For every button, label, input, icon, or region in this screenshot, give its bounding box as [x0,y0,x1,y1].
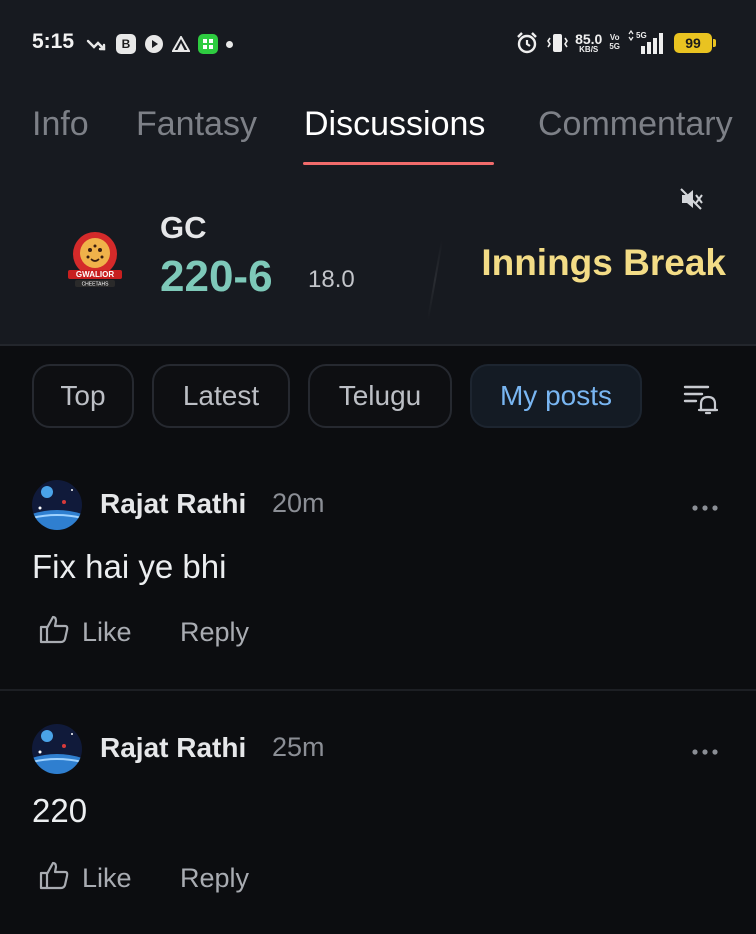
thumbs-up-icon [38,860,70,897]
like-label: Like [82,616,132,647]
network-type: 5G [636,31,647,40]
section-divider [0,344,756,346]
team-overs: 18.0 [308,266,355,293]
team-logo: GWALIOR CHEETAHS [64,226,126,290]
thumbs-up-icon [38,614,70,651]
missed-call-icon [86,35,108,53]
status-bar: 5:15 B 85.0 KB/S Vo 5G 5G 99 [0,20,756,70]
post-time: 25m [272,732,325,762]
like-button[interactable]: Like [38,860,132,896]
post-author[interactable]: Rajat Rathi [100,732,246,764]
status-time: 5:15 [32,30,75,53]
score-card[interactable]: GWALIOR CHEETAHS GC 220-6 18.0 Innings B… [0,176,756,344]
green-app-icon [198,34,218,54]
avatar[interactable] [32,480,82,530]
post-author[interactable]: Rajat Rathi [100,488,246,520]
b-app-icon: B [116,34,136,54]
team-score: 220-6 [160,252,273,301]
like-label: Like [82,862,132,893]
avatar[interactable] [32,724,82,774]
reply-button[interactable]: Reply [180,860,249,896]
team-code: GC [160,210,207,245]
triangle-app-icon [172,36,190,52]
like-button[interactable]: Like [38,614,132,650]
mute-icon[interactable] [678,186,704,212]
volte-indicator: Vo 5G [609,33,620,52]
logo-text-top: GWALIOR [76,270,114,279]
score-divider [426,240,444,320]
play-icon [144,34,164,54]
vibrate-icon [546,32,569,54]
battery-indicator: 99 [674,33,716,53]
logo-text-bottom: CHEETAHS [82,282,110,288]
tab-info[interactable]: Info [32,98,89,150]
filter-telugu[interactable]: Telugu [308,364,452,428]
match-tabs: Info Fantasy Discussions Commentary [0,98,756,168]
post-divider [0,689,756,691]
app-screen: 5:15 B 85.0 KB/S Vo 5G 5G 99 Info Fantas… [0,0,756,934]
filter-top[interactable]: Top [32,364,134,428]
more-options-icon[interactable] [690,500,720,511]
filter-chips: Top Latest Telugu My posts [0,364,756,430]
net-speed-value: 85.0 [575,31,603,47]
post-text: 220 [32,792,88,829]
dot-icon [226,40,233,48]
alarm-icon [515,31,539,55]
network-speed: 85.0 KB/S [575,32,602,54]
match-status: Innings Break [481,242,726,283]
filter-my-posts[interactable]: My posts [470,364,642,428]
signal-icon: 5G [627,30,667,56]
volte-bottom: 5G [609,42,620,51]
post-time: 20m [272,488,325,518]
tab-discussions[interactable]: Discussions [304,98,485,150]
filter-latest[interactable]: Latest [152,364,290,428]
reply-button[interactable]: Reply [180,614,249,650]
system-icons: 85.0 KB/S Vo 5G 5G 99 [515,28,716,58]
tab-fantasy[interactable]: Fantasy [136,98,257,150]
net-speed-unit: KB/S [579,45,599,54]
notification-icons: B [86,32,233,56]
filter-notification-icon[interactable] [682,380,719,416]
more-options-icon[interactable] [690,744,720,755]
tab-commentary[interactable]: Commentary [538,98,733,150]
post-text: Fix hai ye bhi [32,548,227,585]
active-tab-indicator [303,162,494,165]
